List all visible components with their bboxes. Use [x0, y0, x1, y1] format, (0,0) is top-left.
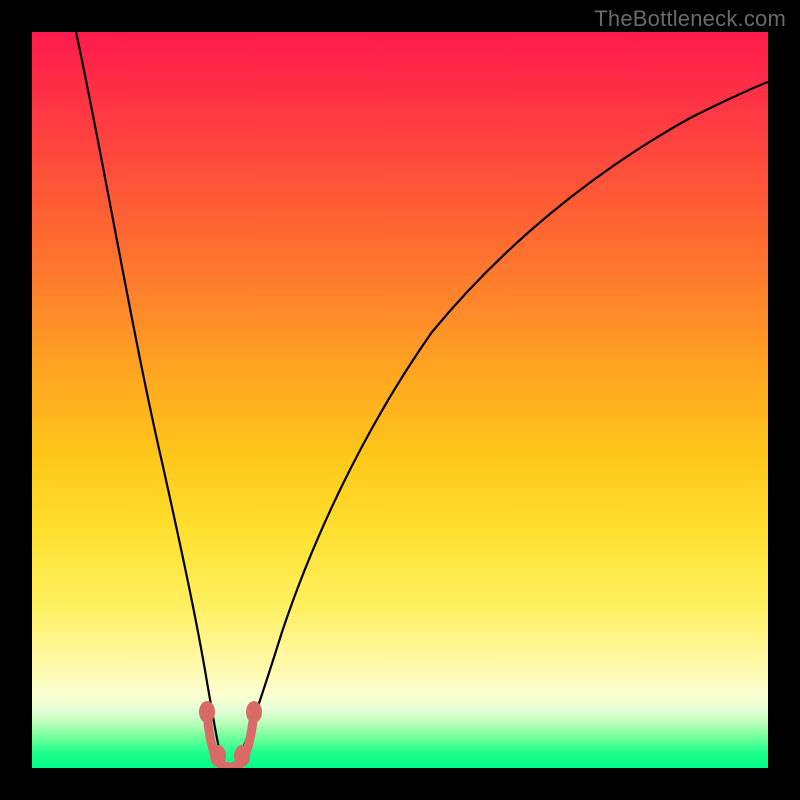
chart-frame: TheBottleneck.com	[0, 0, 800, 800]
watermark-text: TheBottleneck.com	[594, 6, 786, 32]
right-lower-bead	[234, 745, 250, 767]
plot-area	[32, 32, 768, 768]
left-lower-bead	[210, 745, 226, 767]
bottleneck-curve	[76, 32, 768, 765]
curve-svg	[32, 32, 768, 768]
right-upper-bead	[246, 701, 262, 723]
left-upper-bead	[199, 701, 215, 723]
